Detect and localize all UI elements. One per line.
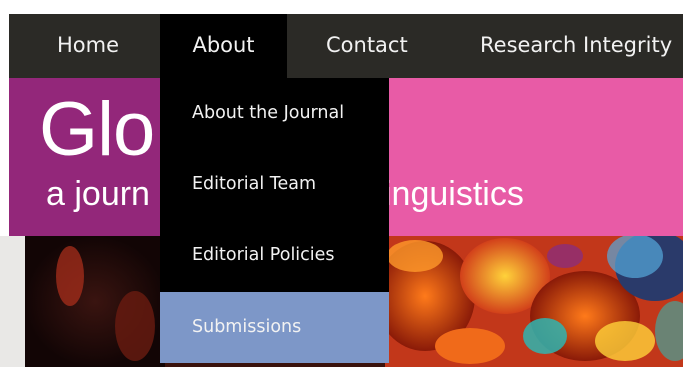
main-nav: Home About Contact Research Integrity	[9, 14, 683, 78]
page-margin	[0, 236, 25, 367]
nav-item-contact[interactable]: Contact	[326, 14, 408, 78]
menu-item-editorial-team[interactable]: Editorial Team	[160, 149, 389, 220]
site-subtitle: a journ inguistics	[46, 175, 524, 213]
page: Home About Contact Research Integrity Gl…	[0, 0, 683, 367]
about-dropdown-menu: About the Journal Editorial Team Editori…	[160, 78, 389, 363]
nav-item-research-integrity[interactable]: Research Integrity	[480, 14, 672, 78]
menu-item-about-the-journal[interactable]: About the Journal	[160, 78, 389, 149]
site-subtitle-right: inguistics	[384, 175, 524, 213]
site-title: Glo	[39, 87, 155, 172]
site-subtitle-left: a journ	[46, 175, 150, 213]
menu-item-editorial-policies[interactable]: Editorial Policies	[160, 220, 389, 291]
nav-item-home[interactable]: Home	[57, 14, 119, 78]
nav-item-about[interactable]: About	[160, 14, 287, 78]
menu-item-submissions[interactable]: Submissions	[160, 292, 389, 363]
